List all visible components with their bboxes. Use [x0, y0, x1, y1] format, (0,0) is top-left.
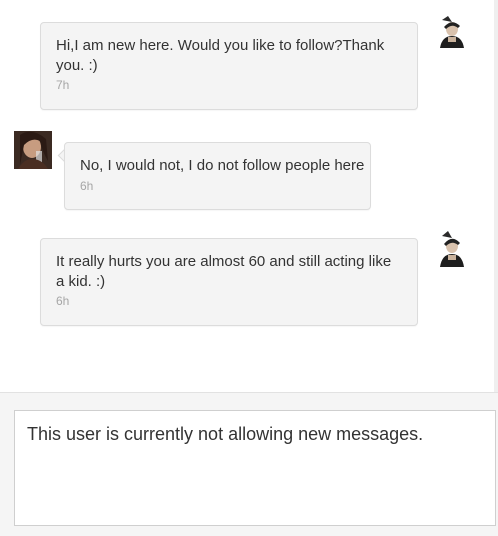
user-avatar-other-icon[interactable]	[14, 131, 52, 169]
message-composer: This user is currently not allowing new …	[0, 392, 498, 536]
composer-disabled-box: This user is currently not allowing new …	[14, 410, 496, 526]
message-timestamp: 6h	[80, 179, 94, 193]
message-text: No, I would not, I do not follow people …	[80, 157, 365, 174]
messaging-disabled-notice: This user is currently not allowing new …	[27, 424, 424, 444]
message-bubble-outgoing: Hi,I am new here. Would you like to foll…	[40, 22, 418, 110]
message-timestamp: 6h	[56, 294, 70, 308]
user-avatar-self-icon[interactable]	[438, 14, 464, 48]
scrollbar-track[interactable]	[494, 0, 498, 392]
user-avatar-self-icon[interactable]	[438, 229, 464, 267]
message-timestamp: 7h	[56, 78, 70, 92]
message-text: It really hurts you are almost 60 and st…	[56, 253, 392, 290]
message-bubble-incoming: No, I would not, I do not follow people …	[64, 142, 371, 210]
message-text: Hi,I am new here. Would you like to foll…	[56, 37, 385, 74]
message-bubble-outgoing: It really hurts you are almost 60 and st…	[40, 238, 418, 326]
message-thread[interactable]: Hi,I am new here. Would you like to foll…	[0, 0, 498, 392]
